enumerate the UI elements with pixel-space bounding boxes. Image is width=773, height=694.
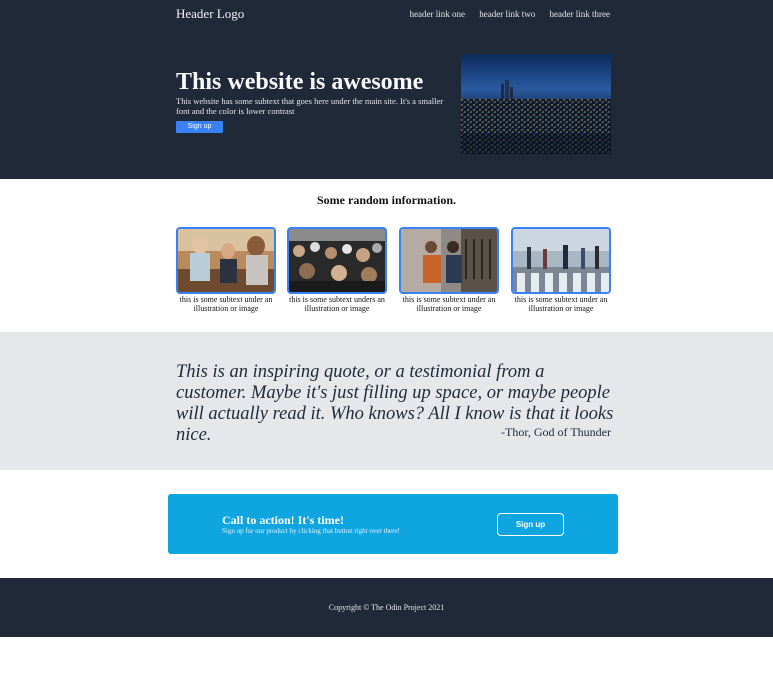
info-card: this is some subtext under an illustrati… [511,227,611,313]
call-to-action-box: Call to action! It's time! Sign up for o… [168,494,618,554]
footer: Copyright © The Odin Project 2021 [0,578,773,637]
header-link-three[interactable]: header link three [550,9,610,19]
card-subtext: this is some subtext unders an illustrat… [289,295,385,313]
info-section-title: Some random information. [317,193,456,207]
hero-subtext: This website has some subtext that goes … [176,96,444,116]
crosswalk-crowd-image [511,227,611,294]
concert-crowd-image [287,227,387,294]
header-link-one[interactable]: header link one [410,9,465,19]
hero-title: This website is awesome [176,69,424,95]
cta-signup-button[interactable]: Sign up [497,513,564,536]
cta-title: Call to action! It's time! [222,513,344,527]
couple-street-image [399,227,499,294]
header-logo[interactable]: Header Logo [176,6,244,22]
card-subtext: this is some subtext under an illustrati… [179,295,273,313]
hero-section: Header Logo header link one header link … [0,0,773,179]
card-subtext: this is some subtext under an illustrati… [402,295,496,313]
card-subtext: this is some subtext under an illustrati… [514,295,608,313]
header-nav: header link one header link two header l… [398,9,610,20]
header-link-two[interactable]: header link two [479,9,535,19]
city-night-skyline-image [461,54,611,154]
info-card: this is some subtext under an illustrati… [399,227,499,313]
quote-author: -Thor, God of Thunder [501,425,611,439]
copyright-text: Copyright © The Odin Project 2021 [328,603,445,612]
hero-signup-button[interactable]: Sign up [176,121,223,133]
friends-cafe-image [176,227,276,294]
cta-subtext: Sign up for our product by clicking that… [222,527,400,535]
info-card: this is some subtext unders an illustrat… [287,227,387,313]
info-card: this is some subtext under an illustrati… [176,227,276,313]
